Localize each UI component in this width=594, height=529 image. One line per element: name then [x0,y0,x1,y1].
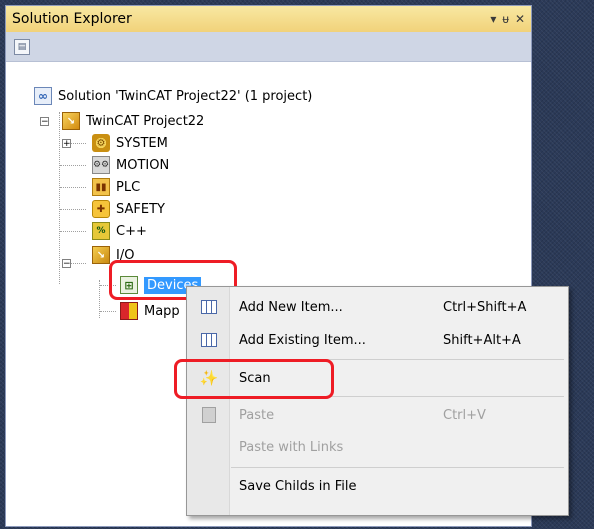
paste-icon [200,406,218,424]
tree-node-safety[interactable]: ✚ SAFETY [92,198,165,220]
safety-icon: ✚ [92,200,110,218]
pin-icon[interactable]: ᵾ [502,12,509,26]
menu-shortcut-add-existing-item: Shift+Alt+A [443,332,521,348]
menu-label-save-childs: Save Childs in File [239,478,357,494]
tree-node-system[interactable]: ⚙ SYSTEM [92,132,168,154]
collapse-icon[interactable]: − [62,259,71,269]
menu-label-paste: Paste [239,407,275,423]
menu-separator [231,396,564,397]
tree-node-mappings[interactable]: . Mapp [120,300,180,322]
magic-wand-icon: ✨ [199,369,219,387]
menu-separator [231,359,564,360]
menu-label-add-existing-item: Add Existing Item... [239,332,366,348]
menu-separator [231,467,564,468]
tree-label-system: SYSTEM [116,135,168,151]
tree-label-cpp: C++ [116,223,147,239]
menu-item-add-existing-item[interactable]: Add Existing Item... Shift+Alt+A [187,325,568,355]
add-existing-item-icon [200,331,218,349]
io-icon: ↘ [92,246,110,264]
tree-label-io: I/O [116,247,135,263]
menu-shortcut-add-new-item: Ctrl+Shift+A [443,299,527,315]
panel-titlebar: Solution Explorer ▾ ᵾ ✕ [6,6,531,32]
cpp-icon: % [92,222,110,240]
panel-title: Solution Explorer [12,11,132,27]
context-menu: Add New Item... Ctrl+Shift+A Add Existin… [186,286,569,516]
tree-line [60,165,86,166]
close-icon[interactable]: ✕ [515,12,525,26]
tree-line [60,209,86,210]
tree-node-io[interactable]: ↘ I/O [92,244,134,266]
tree-node-cpp[interactable]: % C++ [92,220,147,242]
menu-item-paste[interactable]: Paste Ctrl+V [187,400,568,430]
mappings-icon: . [120,302,138,320]
menu-item-add-new-item[interactable]: Add New Item... Ctrl+Shift+A [187,292,568,322]
menu-item-save-childs[interactable]: Save Childs in File [187,471,568,501]
tree-label-plc: PLC [116,179,141,195]
menu-shortcut-paste: Ctrl+V [443,407,486,423]
tree-line [59,112,60,284]
menu-label-add-new-item: Add New Item... [239,299,343,315]
tree-line [60,231,86,232]
tree-label-solution: Solution 'TwinCAT Project22' (1 project) [58,88,313,104]
menu-item-scan[interactable]: ✨ Scan [187,363,568,393]
devices-icon: ⊞ [120,276,138,294]
tree-node-plc[interactable]: ▮▮ PLC [92,176,140,198]
solution-icon: ∞ [34,87,52,105]
add-new-item-icon [200,298,218,316]
panel-toolbar: ▤ [6,32,531,62]
properties-icon[interactable]: ▤ [14,38,30,55]
tree-line [60,187,86,188]
system-icon: ⚙ [92,134,110,152]
tree-label-mappings: Mapp [144,303,180,319]
tree-label-project: TwinCAT Project22 [86,113,205,129]
tree-node-motion[interactable]: ⚙⚙ MOTION [92,154,169,176]
twincat-project-icon: ↘ [62,112,80,130]
plc-icon: ▮▮ [92,178,110,196]
menu-label-scan: Scan [239,370,271,386]
tree-label-safety: SAFETY [116,201,165,217]
expand-icon[interactable]: + [62,139,71,149]
menu-label-paste-with-links: Paste with Links [239,439,344,455]
tree-label-motion: MOTION [116,157,170,173]
tree-line [100,311,116,312]
motion-icon: ⚙⚙ [92,156,110,174]
tree-line [100,285,116,286]
collapse-icon[interactable]: − [40,117,49,127]
menu-item-paste-with-links[interactable]: Paste with Links [187,432,568,462]
tree-node-solution[interactable]: ∞ Solution 'TwinCAT Project22' (1 projec… [34,85,312,107]
dropdown-icon[interactable]: ▾ [490,12,496,26]
tree-node-project[interactable]: ↘ TwinCAT Project22 [62,110,204,132]
